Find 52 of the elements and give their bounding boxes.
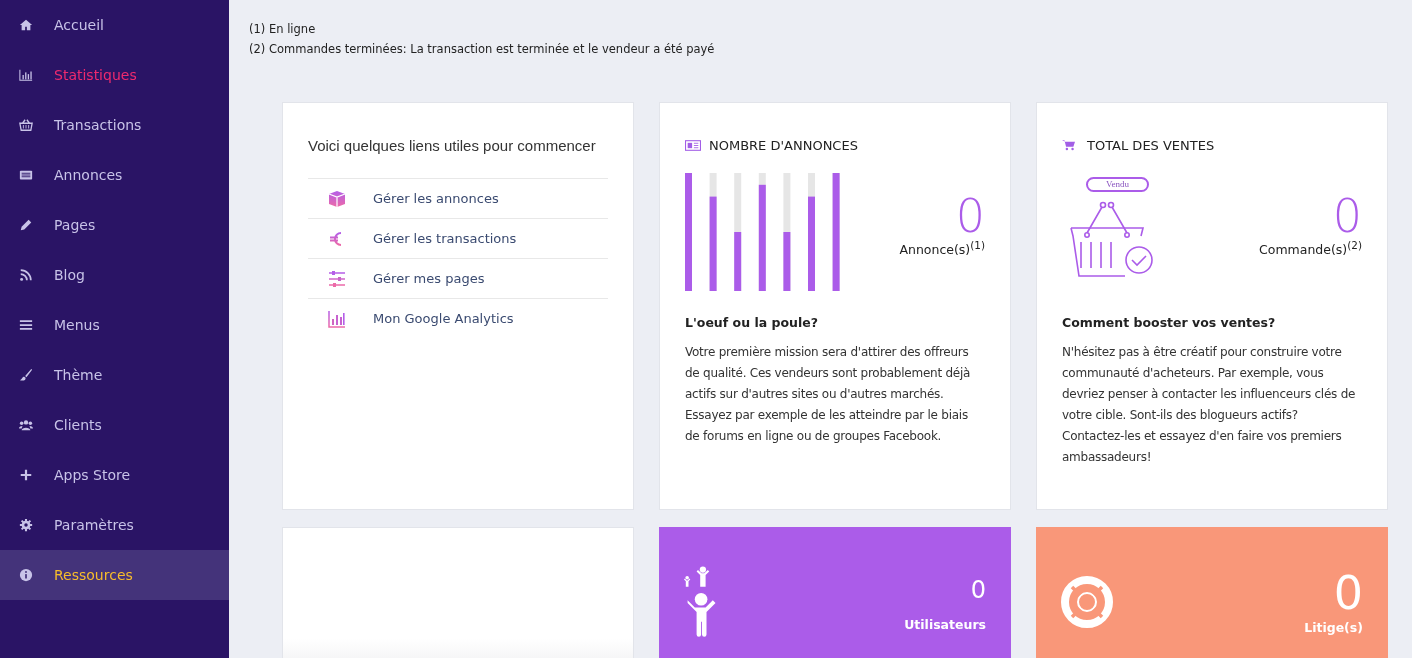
home-icon xyxy=(19,18,33,32)
menu-icon xyxy=(19,318,33,332)
settings-icon xyxy=(19,518,33,532)
cart-icon xyxy=(1062,139,1075,151)
link[interactable]: Gérer mes pages xyxy=(373,271,485,286)
link[interactable]: Gérer les transactions xyxy=(373,231,517,246)
sliders-icon xyxy=(327,268,347,289)
count-label: Litige(s) xyxy=(1304,619,1363,635)
bar-chart-icon xyxy=(327,308,347,329)
rss-icon xyxy=(19,268,33,282)
tip-heading: L'oeuf ou la poule? xyxy=(685,315,819,330)
nav-item[interactable]: Transactions xyxy=(0,100,229,150)
tip-text: N'hésitez pas à être créatif pour construire votre communauté d'acheteurs. Par exemple, vous devriez penser à contacter les influenceurs clés de votre cible. Sont-ils des blogueurs actifs? Contactez-les et essayez d'en faire vos premiers ambassadeurs! xyxy=(1062,344,1357,466)
nav-item[interactable]: Blog xyxy=(0,250,229,300)
nav-item[interactable]: Accueil xyxy=(0,0,229,50)
card-title: Voici quelques liens utiles pour commencer xyxy=(308,137,597,154)
nav-item[interactable]: Menus xyxy=(0,300,229,350)
nav-item[interactable]: Apps Store xyxy=(0,450,229,500)
footnote: (2) Commandes terminées: La transaction est terminée et le vendeur a été payé xyxy=(249,42,716,56)
nav-item[interactable]: Annonces xyxy=(0,150,229,200)
nav-item[interactable]: Paramètres xyxy=(0,500,229,550)
nav-item[interactable]: Statistiques xyxy=(0,50,229,100)
info-icon xyxy=(19,568,33,582)
count-value: 0 xyxy=(970,574,986,606)
basket-drawing: Vendu xyxy=(1070,177,1165,280)
pencil-icon xyxy=(19,218,33,232)
card-title: NOMBRE D'ANNONCES xyxy=(709,137,858,153)
nav-item[interactable]: Thème xyxy=(0,350,229,400)
count-label: Annonce(s)$^{(1)}$ xyxy=(899,239,985,258)
count-value: 0 xyxy=(1333,569,1363,616)
list-icon xyxy=(19,168,33,182)
count-label: Commande(s)$^{(2)}$ xyxy=(1259,239,1362,258)
plus-icon xyxy=(19,468,33,482)
newspaper-icon xyxy=(685,139,701,151)
basket-icon xyxy=(19,118,33,132)
nav-item[interactable]: Clients xyxy=(0,400,229,450)
nav-item[interactable]: Pages xyxy=(0,200,229,250)
brush-icon xyxy=(19,368,33,382)
users-icon xyxy=(19,418,33,432)
link[interactable]: Gérer les annonces xyxy=(373,191,499,206)
footnote: (1) En ligne xyxy=(249,22,317,36)
lifebuoy-icon xyxy=(1061,576,1113,628)
cube-icon xyxy=(327,188,347,209)
nav-item[interactable]: Ressources xyxy=(0,550,229,600)
count-label: Utilisateurs xyxy=(904,616,986,632)
count-value: 0 xyxy=(1332,193,1362,239)
bar-chart-icon xyxy=(19,68,33,82)
tip-heading: Comment booster vos ventes? xyxy=(1062,315,1277,330)
tip-text: Votre première mission sera d'attirer des offreurs de qualité. Ces vendeurs sont probablement déjà actifs sur d'autres sites ou d'autres marchés. Essayez par exemple de les atteindre par le biais de forums en ligne ou de groupes Facebook. xyxy=(685,344,972,445)
card-title: TOTAL DES VENTES xyxy=(1087,137,1215,153)
count-value: 0 xyxy=(955,193,985,239)
link[interactable]: Mon Google Analytics xyxy=(373,311,514,326)
